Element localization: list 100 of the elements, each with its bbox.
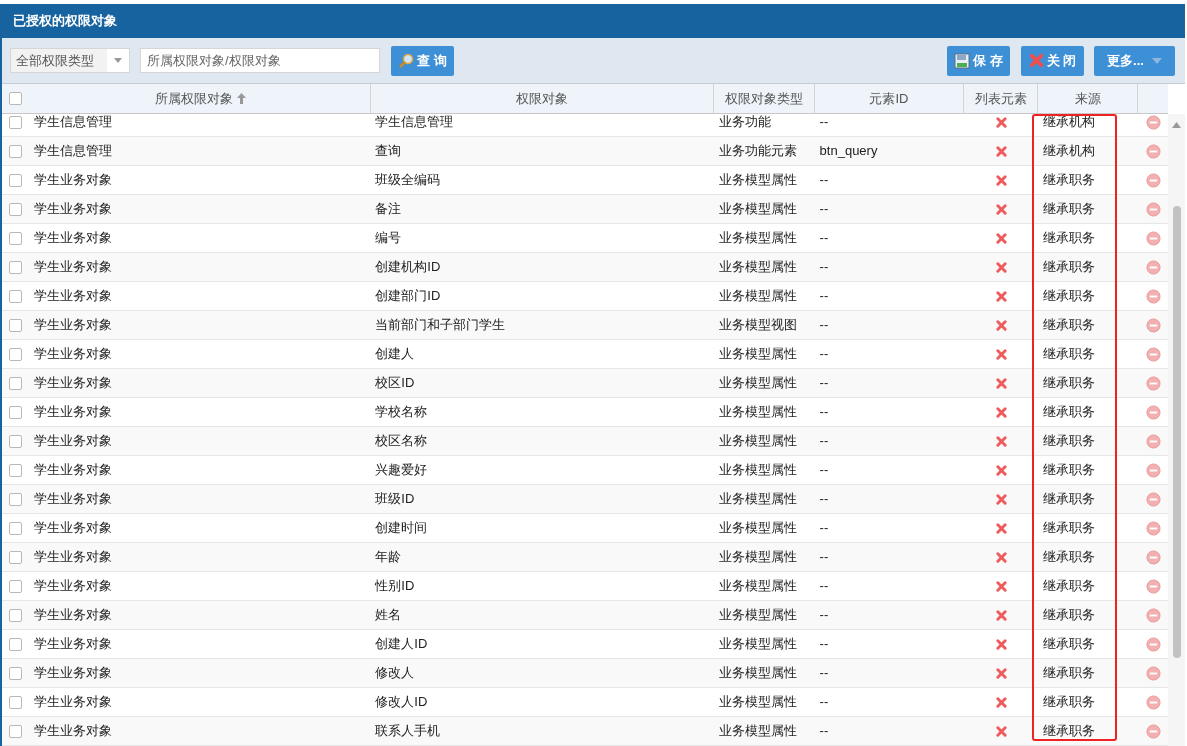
table-cell: 学生业务对象 <box>33 636 112 652</box>
remove-icon[interactable] <box>1145 143 1161 159</box>
table-cell: 学生业务对象 <box>33 259 112 275</box>
remove-icon[interactable] <box>1145 346 1161 362</box>
checkbox[interactable] <box>9 695 23 709</box>
remove-icon[interactable] <box>1145 607 1161 623</box>
remove-icon[interactable] <box>1145 433 1161 449</box>
table-cell: 学生业务对象 <box>33 549 112 565</box>
type-select[interactable]: 全部权限类型 <box>10 48 130 73</box>
remove-icon[interactable] <box>1145 288 1161 304</box>
checkbox[interactable] <box>9 637 23 651</box>
table-cell: -- <box>819 317 829 333</box>
table-cell: 学生信息管理 <box>33 143 112 159</box>
table-cell: 继承职务 <box>1043 201 1096 217</box>
remove-icon[interactable] <box>1145 317 1161 333</box>
remove-icon[interactable] <box>1145 694 1161 710</box>
checkbox[interactable] <box>9 405 23 419</box>
table-cell: 继承职务 <box>1043 520 1096 536</box>
table-cell: 联系人手机 <box>375 723 441 739</box>
checkbox[interactable] <box>9 463 23 477</box>
remove-icon[interactable] <box>1145 375 1161 391</box>
remove-icon[interactable] <box>1145 114 1161 130</box>
remove-icon[interactable] <box>1145 520 1161 536</box>
table-cell: 业务模型属性 <box>718 665 797 681</box>
column-header[interactable]: 所属权限对象 <box>29 84 372 113</box>
table-cell: -- <box>819 607 829 623</box>
table-cell: 学生业务对象 <box>33 607 112 623</box>
table-cell: 业务模型属性 <box>718 201 797 217</box>
column-header[interactable]: 来源 <box>1038 84 1139 113</box>
table-cell: -- <box>819 259 829 275</box>
table-cell: 学生业务对象 <box>33 288 112 304</box>
column-header[interactable]: 元素ID <box>814 84 965 113</box>
remove-icon[interactable] <box>1145 259 1161 275</box>
remove-icon[interactable] <box>1145 723 1161 739</box>
checkbox[interactable] <box>9 173 23 187</box>
table-cell: -- <box>819 114 829 130</box>
remove-icon[interactable] <box>1145 491 1161 507</box>
checkbox[interactable] <box>9 492 23 506</box>
checkbox[interactable] <box>9 579 23 593</box>
remove-icon[interactable] <box>1145 172 1161 188</box>
table-cell: 学生业务对象 <box>33 346 112 362</box>
remove-icon[interactable] <box>1145 549 1161 565</box>
column-header[interactable]: 权限对象 <box>371 84 714 113</box>
remove-icon[interactable] <box>1145 201 1161 217</box>
scrollbar-thumb[interactable] <box>1172 206 1181 658</box>
search-field[interactable]: 所属权限对象/权限对象 <box>140 48 380 73</box>
checkbox[interactable] <box>9 115 23 129</box>
table-cell: 修改人ID <box>375 694 428 710</box>
checkbox[interactable] <box>9 202 23 216</box>
table-cell: 继承职务 <box>1043 433 1096 449</box>
table-cell: -- <box>819 723 829 739</box>
close-icon <box>1028 53 1044 68</box>
column-header[interactable]: 列表元素 <box>964 84 1039 113</box>
table-cell: 业务功能元素 <box>718 143 797 159</box>
checkbox[interactable] <box>9 144 23 158</box>
table-cell: 继承职务 <box>1043 346 1096 362</box>
remove-icon[interactable] <box>1145 462 1161 478</box>
table-cell: 学生业务对象 <box>33 433 112 449</box>
table-cell: -- <box>819 433 829 449</box>
checkbox[interactable] <box>9 550 23 564</box>
scrollbar[interactable] <box>1168 114 1185 746</box>
remove-icon[interactable] <box>1145 665 1161 681</box>
checkbox[interactable] <box>9 347 23 361</box>
table-cell: 班级ID <box>375 491 415 507</box>
checkbox[interactable] <box>9 318 23 332</box>
scroll-up-arrow-icon[interactable] <box>1172 122 1181 128</box>
checkbox[interactable] <box>9 434 23 448</box>
table-cell: 业务模型属性 <box>718 549 797 565</box>
table-cell: 学生业务对象 <box>33 404 112 420</box>
table-cell: 学生信息管理 <box>33 114 112 130</box>
remove-icon[interactable] <box>1145 578 1161 594</box>
column-header[interactable]: 权限对象类型 <box>713 84 815 113</box>
checkbox[interactable] <box>9 231 23 245</box>
checkbox[interactable] <box>9 376 23 390</box>
remove-icon[interactable] <box>1145 230 1161 246</box>
remove-icon[interactable] <box>1145 636 1161 652</box>
remove-icon[interactable] <box>1145 404 1161 420</box>
table-cell: -- <box>819 375 829 391</box>
table-cell: 校区ID <box>375 375 415 391</box>
table-cell: 继承职务 <box>1043 665 1096 681</box>
caret-icon <box>1151 57 1162 64</box>
table-cell: 兴趣爱好 <box>375 462 428 478</box>
table-cell: -- <box>819 404 829 420</box>
checkbox[interactable] <box>9 521 23 535</box>
table-cell: -- <box>819 665 829 681</box>
checkbox[interactable] <box>9 289 23 303</box>
table-cell: 继承职务 <box>1043 549 1096 565</box>
checkbox[interactable] <box>9 92 23 105</box>
table-cell: 业务模型属性 <box>718 230 797 246</box>
table-cell: 业务模型属性 <box>718 578 797 594</box>
table-cell: 备注 <box>375 201 402 217</box>
checkbox[interactable] <box>9 608 23 622</box>
checkbox[interactable] <box>9 260 23 274</box>
table-cell: 业务模型属性 <box>718 375 797 391</box>
table-cell: 继承职务 <box>1043 723 1096 739</box>
checkbox[interactable] <box>9 666 23 680</box>
table-cell: 创建部门ID <box>375 288 441 304</box>
table-cell: 继承职务 <box>1043 375 1096 391</box>
table-cell: 姓名 <box>375 607 402 623</box>
checkbox[interactable] <box>9 724 23 738</box>
